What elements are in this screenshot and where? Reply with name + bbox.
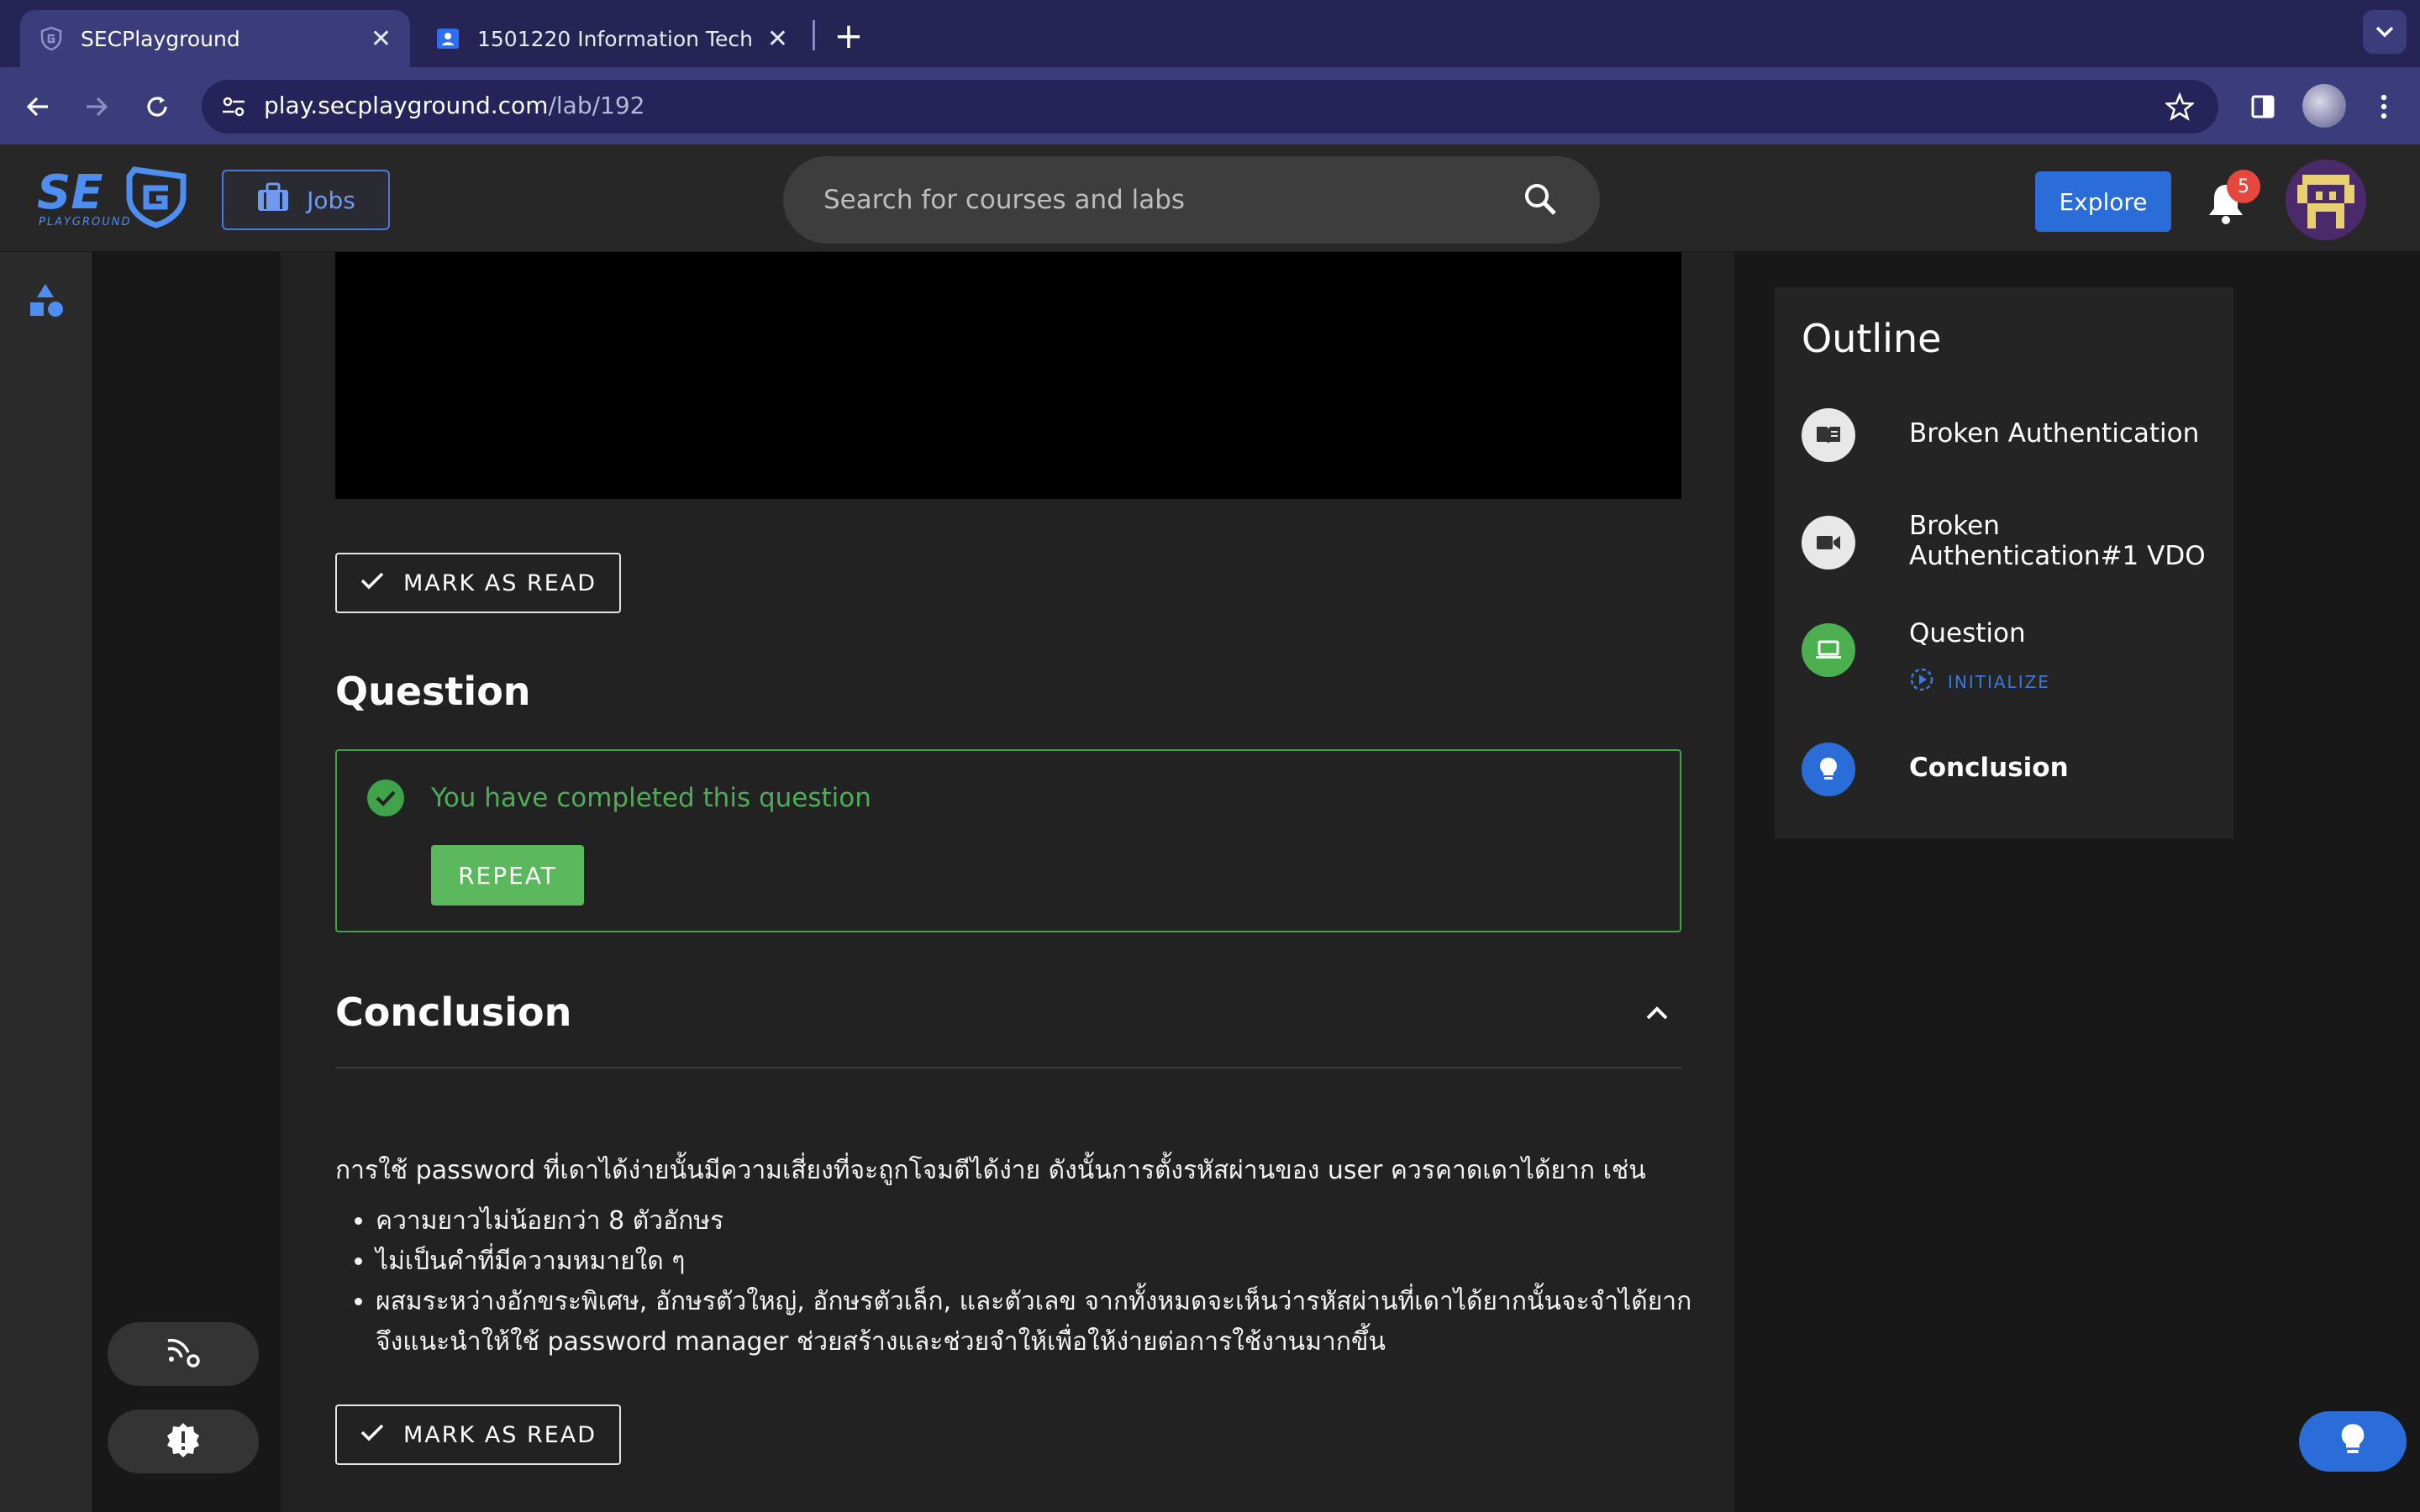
outline-item-label: Conclusion xyxy=(1909,753,2069,783)
completed-message: You have completed this question xyxy=(431,783,871,813)
outline-item-label: Broken Authentication#1 VDO xyxy=(1909,511,2206,571)
reload-icon[interactable] xyxy=(136,86,178,128)
lightbulb-icon xyxy=(2340,1423,2365,1460)
tab-information-technology[interactable]: 1501220 Information Technolo ✕ xyxy=(417,10,807,67)
classroom-favicon-icon xyxy=(435,26,460,51)
close-tab-icon[interactable]: ✕ xyxy=(767,24,788,54)
url-text: play.secplayground.com/lab/192 xyxy=(264,92,644,119)
notification-count-badge: 5 xyxy=(2227,170,2260,203)
check-icon xyxy=(360,570,385,596)
section-divider xyxy=(335,1067,1681,1068)
forward-arrow-icon[interactable] xyxy=(76,86,118,128)
video-player[interactable] xyxy=(335,252,1681,499)
play-circle-icon xyxy=(1909,667,1934,696)
close-tab-icon[interactable]: ✕ xyxy=(371,24,392,54)
bookmark-star-icon[interactable] xyxy=(2161,88,2198,125)
hint-lightbulb-button[interactable] xyxy=(2299,1411,2407,1472)
url-path: /lab/192 xyxy=(548,92,645,119)
new-tab-icon[interactable]: + xyxy=(828,15,870,56)
mark-as-read-label: MARK AS READ xyxy=(402,1421,597,1448)
svg-text:PLAYGROUND: PLAYGROUND xyxy=(39,216,132,228)
conclusion-body: การใช้ password ที่เดาได้ง่ายนั้นมีความเ… xyxy=(335,1151,1697,1362)
initialize-action[interactable]: INITIALIZE xyxy=(1909,667,2050,696)
shapes-icon[interactable] xyxy=(29,282,66,319)
mark-as-read-button[interactable]: MARK AS READ xyxy=(335,1404,621,1465)
list-item: ผสมระหว่างอักขระพิเศษ, อักษรตัวใหญ่, อัก… xyxy=(376,1282,1697,1362)
lightbulb-icon xyxy=(1802,743,1855,796)
browser-tab-bar: SECPlayground ✕ 1501220 Information Tech… xyxy=(0,0,2420,67)
tab-divider xyxy=(813,20,815,50)
left-rail xyxy=(0,252,94,1512)
alert-badge-icon xyxy=(165,1421,202,1462)
secplayground-favicon-icon xyxy=(39,26,64,51)
side-panel-icon[interactable] xyxy=(2242,86,2284,128)
outline-item-broken-authentication[interactable]: Broken Authentication xyxy=(1802,408,2222,467)
list-item: ความยาวไม่น้อยกว่า 8 ตัวอักษร xyxy=(376,1201,1697,1242)
user-avatar[interactable] xyxy=(2286,160,2366,240)
outline-panel: Outline Broken Authentication Broken Aut… xyxy=(1775,287,2233,838)
site-settings-icon[interactable] xyxy=(217,90,250,123)
briefcase-icon xyxy=(256,182,290,218)
repeat-button[interactable]: REPEAT xyxy=(431,845,584,906)
search-input[interactable] xyxy=(823,175,1496,225)
search-icon[interactable] xyxy=(1523,181,1558,220)
url-host: play.secplayground.com xyxy=(264,92,549,119)
outline-item-label: Broken Authentication xyxy=(1909,418,2200,449)
outline-item-question[interactable]: Question INITIALIZE xyxy=(1802,618,2222,707)
browser-toolbar: play.secplayground.com/lab/192 xyxy=(0,67,2420,144)
outline-item-broken-authentication-vdo[interactable]: Broken Authentication#1 VDO xyxy=(1802,511,2222,591)
book-icon xyxy=(1802,408,1855,462)
address-bar[interactable]: play.secplayground.com/lab/192 xyxy=(202,80,2218,134)
check-icon xyxy=(360,1422,385,1448)
collapse-chevron-up-icon[interactable] xyxy=(1640,996,1674,1030)
tab-title: SECPlayground xyxy=(81,26,240,51)
initialize-label: INITIALIZE xyxy=(1948,671,2050,692)
question-completed-panel: You have completed this question REPEAT xyxy=(335,749,1681,932)
secplayground-logo[interactable]: SE PLAYGROUND xyxy=(34,163,193,230)
tab-secplayground[interactable]: SECPlayground ✕ xyxy=(20,10,410,67)
question-heading: Question xyxy=(335,669,531,714)
list-item: ไม่เป็นคำที่มีความหมายใด ๆ xyxy=(376,1242,1697,1282)
conclusion-paragraph: การใช้ password ที่เดาได้ง่ายนั้นมีความเ… xyxy=(335,1156,1646,1185)
video-camera-icon xyxy=(1802,516,1855,570)
conclusion-heading: Conclusion xyxy=(335,990,572,1035)
back-arrow-icon[interactable] xyxy=(17,86,59,128)
outline-item-label: Question xyxy=(1909,618,2026,648)
signal-wave-icon xyxy=(165,1336,202,1373)
explore-button[interactable]: Explore xyxy=(2035,171,2171,232)
report-issue-fab[interactable] xyxy=(108,1410,259,1473)
fingerprint-fab[interactable] xyxy=(108,1322,259,1386)
browser-profile-avatar[interactable] xyxy=(2302,84,2346,128)
site-header: SE PLAYGROUND Jobs Explore 5 xyxy=(0,144,2420,252)
mark-as-read-label: MARK AS READ xyxy=(402,570,597,596)
jobs-label: Jobs xyxy=(307,186,355,214)
laptop-icon xyxy=(1802,623,1855,677)
tab-title: 1501220 Information Technolo xyxy=(477,26,755,51)
search-box[interactable] xyxy=(783,156,1600,244)
svg-text:SE: SE xyxy=(37,165,103,220)
jobs-button[interactable]: Jobs xyxy=(222,170,390,230)
outline-title: Outline xyxy=(1802,316,1942,361)
browser-menu-icon[interactable] xyxy=(2363,86,2405,128)
conclusion-list: ความยาวไม่น้อยกว่า 8 ตัวอักษร ไม่เป็นคำท… xyxy=(335,1201,1697,1362)
outline-item-conclusion[interactable]: Conclusion xyxy=(1802,743,2222,801)
mark-as-read-button[interactable]: MARK AS READ xyxy=(335,553,621,613)
tab-search-chevron-icon[interactable] xyxy=(2363,10,2407,54)
check-circle-icon xyxy=(367,780,404,816)
